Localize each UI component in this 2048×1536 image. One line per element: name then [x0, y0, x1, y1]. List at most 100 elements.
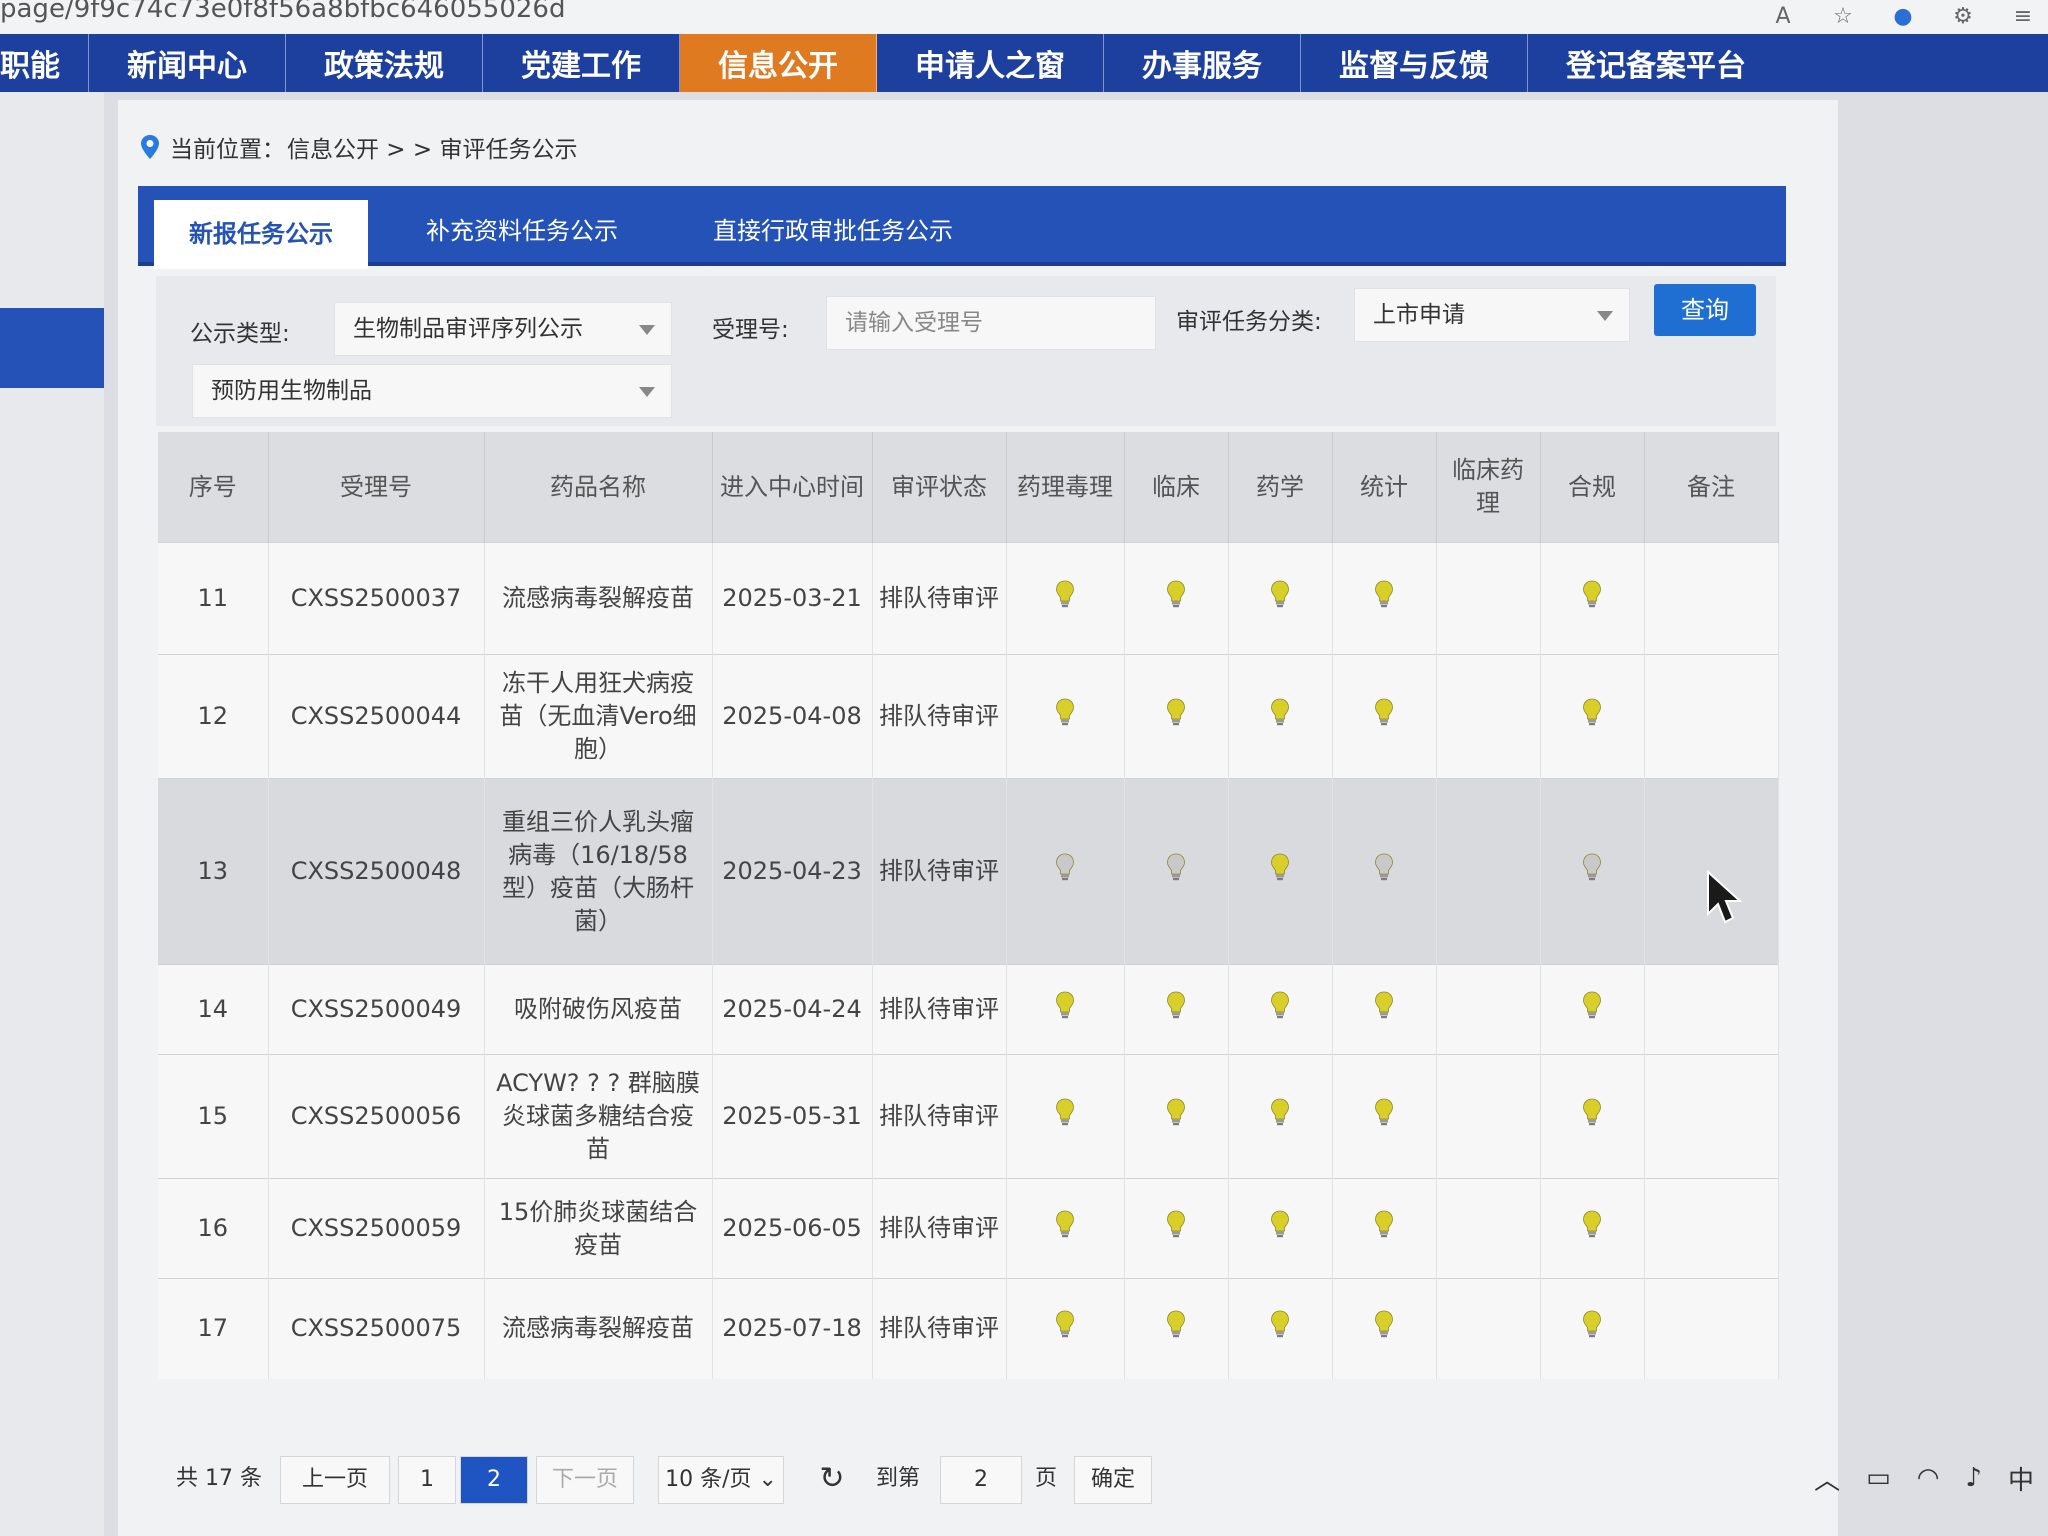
goto-page-input[interactable]: 2	[940, 1456, 1022, 1504]
subtype-select[interactable]: 预防用生物制品	[192, 364, 672, 418]
volume-icon[interactable]: ♪	[1965, 1463, 1982, 1493]
breadcrumb-path[interactable]: 信息公开 > > 审评任务公示	[287, 130, 577, 164]
table-row: 13 CXSS2500048 重组三价人乳头瘤病毒（16/18/58型）疫苗（大肠杆…	[158, 778, 1779, 965]
goto-confirm-button[interactable]: 确定	[1074, 1456, 1152, 1504]
cell-pharmacy	[1228, 778, 1333, 965]
lightbulb-on-icon	[1583, 991, 1601, 1019]
category-select[interactable]: 上市申请	[1354, 288, 1630, 342]
col-header-clinical: 临床	[1124, 432, 1229, 543]
lightbulb-on-icon	[1056, 698, 1074, 726]
cell-clinical	[1124, 778, 1229, 965]
collections-icon[interactable]: ≡	[2008, 6, 2038, 28]
tab-new-tasks[interactable]: 新报任务公示	[154, 200, 368, 269]
table-row: 15 CXSS2500056 ACYW? ? ? 群脑膜炎球菌多糖结合疫苗 2025-…	[158, 1054, 1779, 1179]
cell-no: 13	[158, 778, 269, 965]
nav-item-policy[interactable]: 政策法规	[286, 34, 483, 92]
wifi-icon[interactable]: ◠	[1917, 1463, 1940, 1493]
cell-remarks	[1644, 542, 1779, 655]
cell-remarks	[1644, 964, 1779, 1055]
favorite-star-icon[interactable]: ☆	[1828, 6, 1858, 28]
cell-drug-name: 吸附破伤风疫苗	[484, 964, 713, 1055]
settings-gear-icon[interactable]: ⚙	[1948, 6, 1978, 28]
page-2-button[interactable]: 2	[460, 1456, 528, 1504]
cell-pharmacy	[1228, 654, 1333, 779]
system-tray: ︿ ▭ ◠ ♪ 中	[1814, 1458, 2034, 1498]
sidebar-active-item[interactable]	[0, 308, 104, 388]
cell-clinical	[1124, 542, 1229, 655]
cell-no: 12	[158, 654, 269, 779]
nav-item-registration[interactable]: 登记备案平台	[1528, 34, 1784, 92]
lightbulb-on-icon	[1167, 580, 1185, 608]
cell-pharm-tox	[1006, 1278, 1125, 1379]
cell-remarks	[1644, 654, 1779, 779]
page-size-value: 10 条/页	[665, 1467, 752, 1492]
cell-entry-time: 2025-04-24	[712, 964, 873, 1055]
accept-no-input[interactable]: 请输入受理号	[826, 296, 1156, 350]
chevron-up-icon[interactable]: ︿	[1814, 1460, 1840, 1497]
cell-pharmacy	[1228, 964, 1333, 1055]
next-page-button[interactable]: 下一页	[536, 1456, 634, 1504]
cell-status: 排队待审评	[872, 654, 1007, 779]
url-text[interactable]: page/9f9c74c73e0f8f56a8bfbc646055026d	[0, 0, 565, 24]
nav-item-news[interactable]: 新闻中心	[89, 34, 286, 92]
cell-accept-no: CXSS2500056	[268, 1054, 485, 1179]
nav-item-feedback[interactable]: 监督与反馈	[1301, 34, 1528, 92]
lightbulb-on-icon	[1375, 1210, 1393, 1238]
type-select[interactable]: 生物制品审评序列公示	[334, 302, 672, 356]
cell-drug-name: 流感病毒裂解疫苗	[484, 542, 713, 655]
browser-address-bar[interactable]: page/9f9c74c73e0f8f56a8bfbc646055026d A …	[0, 0, 2048, 35]
lightbulb-on-icon	[1375, 580, 1393, 608]
chevron-down-icon	[639, 387, 655, 397]
lightbulb-on-icon	[1056, 1210, 1074, 1238]
query-button[interactable]: 查询	[1654, 284, 1756, 336]
nav-item-applicant[interactable]: 申请人之窗	[877, 34, 1104, 92]
battery-icon[interactable]: ▭	[1866, 1463, 1891, 1493]
cell-clin-pharm	[1436, 1178, 1541, 1279]
category-select-value: 上市申请	[1373, 302, 1465, 328]
type-select-value: 生物制品审评序列公示	[353, 316, 583, 342]
page-1-button[interactable]: 1	[398, 1456, 456, 1504]
lightbulb-on-icon	[1583, 1210, 1601, 1238]
nav-item-services[interactable]: 办事服务	[1104, 34, 1301, 92]
cell-remarks	[1644, 1178, 1779, 1279]
cell-statistics	[1332, 778, 1437, 965]
lightbulb-on-icon	[1167, 698, 1185, 726]
cell-accept-no: CXSS2500059	[268, 1178, 485, 1279]
lightbulb-on-icon	[1583, 580, 1601, 608]
tab-supplement-tasks[interactable]: 补充资料任务公示	[402, 200, 642, 266]
cell-clin-pharm	[1436, 654, 1541, 779]
extension-icon[interactable]: ●	[1888, 6, 1918, 28]
lightbulb-on-icon	[1271, 853, 1289, 881]
nav-item-duties[interactable]: 职能	[0, 34, 89, 92]
nav-item-party[interactable]: 党建工作	[483, 34, 680, 92]
lightbulb-on-icon	[1375, 698, 1393, 726]
lightbulb-on-icon	[1271, 1098, 1289, 1126]
chevron-down-icon	[639, 325, 655, 335]
cell-compliance	[1540, 542, 1645, 655]
tab-direct-approval-tasks[interactable]: 直接行政审批任务公示	[678, 200, 988, 266]
cell-pharmacy	[1228, 1054, 1333, 1179]
nav-item-info-disclosure[interactable]: 信息公开	[680, 34, 877, 92]
page-size-select[interactable]: 10 条/页 ⌄	[658, 1456, 784, 1504]
ime-indicator[interactable]: 中	[2008, 1460, 2034, 1497]
table-row: 14 CXSS2500049 吸附破伤风疫苗 2025-04-24 排队待审评	[158, 964, 1779, 1055]
cell-drug-name: 重组三价人乳头瘤病毒（16/18/58型）疫苗（大肠杆菌）	[484, 778, 713, 965]
cell-clin-pharm	[1436, 964, 1541, 1055]
col-header-statistics: 统计	[1332, 432, 1437, 543]
cell-status: 排队待审评	[872, 778, 1007, 965]
col-header-accept-no: 受理号	[268, 432, 485, 543]
table-row: 16 CXSS2500059 15价肺炎球菌结合疫苗 2025-06-05 排队待审评	[158, 1178, 1779, 1279]
read-aloud-icon[interactable]: A	[1768, 6, 1798, 28]
cell-clin-pharm	[1436, 778, 1541, 965]
refresh-icon[interactable]: ↻	[810, 1456, 854, 1502]
cell-status: 排队待审评	[872, 542, 1007, 655]
breadcrumb-prefix: 当前位置：	[170, 137, 285, 163]
cell-compliance	[1540, 1278, 1645, 1379]
cell-statistics	[1332, 1178, 1437, 1279]
cell-pharm-tox	[1006, 1054, 1125, 1179]
table-row: 17 CXSS2500075 流感病毒裂解疫苗 2025-07-18 排队待审评	[158, 1278, 1779, 1379]
cell-pharmacy	[1228, 1278, 1333, 1379]
cell-clinical	[1124, 1278, 1229, 1379]
cell-clinical	[1124, 654, 1229, 779]
prev-page-button[interactable]: 上一页	[280, 1456, 390, 1504]
